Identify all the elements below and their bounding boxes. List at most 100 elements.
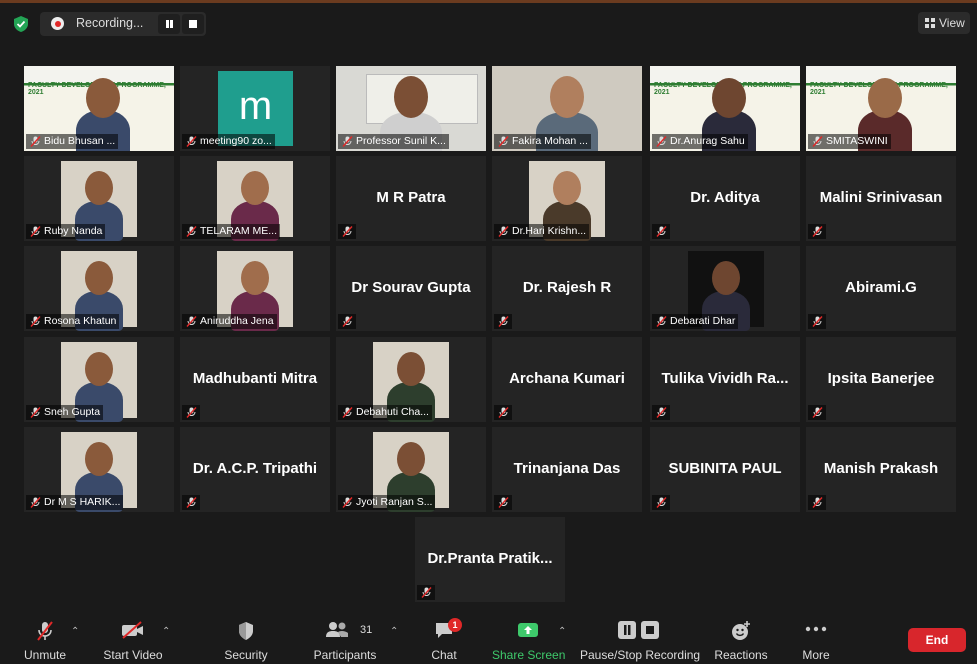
- participants-label: Participants: [313, 648, 377, 662]
- participant-name-display: Ipsita Banerjee: [827, 370, 935, 387]
- grid-view-icon: [925, 18, 935, 28]
- more-label: More: [802, 648, 830, 662]
- more-dots-icon: [805, 626, 827, 632]
- participant-tile[interactable]: Madhubanti Mitra: [180, 337, 330, 422]
- participant-name-display: Tulika Vividh Ra...: [661, 370, 789, 387]
- participants-options-chevron-icon[interactable]: ⌃: [390, 626, 398, 637]
- participant-name-label: Jyoti Ranjan S...: [338, 495, 436, 510]
- participant-name-label: Dr.Hari Krishn...: [494, 224, 590, 239]
- audio-options-chevron-icon[interactable]: ⌃: [71, 626, 79, 637]
- participant-name: Bidu Bhusan ...: [44, 135, 116, 147]
- reactions-label: Reactions: [714, 648, 768, 662]
- pause-stop-recording-label: Pause/Stop Recording: [580, 648, 701, 662]
- participant-name-label: Aniruddha Jena: [182, 314, 277, 329]
- participant-name-display: Malini Srinivasan: [819, 189, 943, 206]
- participant-tile[interactable]: Aniruddha Jena: [180, 246, 330, 331]
- participant-name: Fakira Mohan ...: [512, 135, 588, 147]
- participant-tile[interactable]: Malini Srinivasan: [806, 156, 956, 241]
- microphone-muted-icon: [30, 136, 41, 147]
- participant-tile[interactable]: Archana Kumari: [492, 337, 642, 422]
- participant-name-label: Bidu Bhusan ...: [26, 134, 119, 149]
- unmute-button[interactable]: Unmute: [14, 612, 76, 664]
- participant-name-label: TELARAM ME...: [182, 224, 281, 239]
- microphone-muted-icon: [30, 226, 41, 237]
- participant-name-label: meeting90 zo...: [182, 134, 275, 149]
- participant-tile[interactable]: Ipsita Banerjee: [806, 337, 956, 422]
- participant-tile[interactable]: Dr M S HARIK...: [24, 427, 174, 512]
- participant-tile[interactable]: Ruby Nanda: [24, 156, 174, 241]
- recording-indicator: Recording...: [40, 12, 206, 36]
- microphone-muted-icon: [812, 497, 823, 508]
- participant-name-label: Debahuti Cha...: [338, 405, 432, 420]
- participant-tile[interactable]: Dr. A.C.P. Tripathi: [180, 427, 330, 512]
- participant-tile[interactable]: Dr. Aditya: [650, 156, 800, 241]
- profile-photo-head: [553, 171, 581, 205]
- participants-icon: [326, 622, 348, 637]
- participant-tile[interactable]: Dr.Hari Krishn...: [492, 156, 642, 241]
- participant-name-label: [338, 314, 356, 329]
- participant-tile[interactable]: m meeting90 zo...: [180, 66, 330, 151]
- participant-tile[interactable]: M R Patra: [336, 156, 486, 241]
- stop-recording-button[interactable]: [182, 14, 204, 34]
- participant-tile[interactable]: Abirami.G: [806, 246, 956, 331]
- participant-tile[interactable]: Tulika Vividh Ra...: [650, 337, 800, 422]
- more-button[interactable]: More: [796, 612, 836, 664]
- pause-recording-button[interactable]: [158, 14, 180, 34]
- participant-name-label: [494, 495, 512, 510]
- participant-tile[interactable]: FACULTY DEVELOPMENT PROGRAMME, 2021SMITA…: [806, 66, 956, 151]
- participant-video-head: [394, 76, 428, 118]
- participant-tile[interactable]: Trinanjana Das: [492, 427, 642, 512]
- participant-tile[interactable]: SUBINITA PAUL: [650, 427, 800, 512]
- microphone-muted-icon: [342, 497, 353, 508]
- participant-name-display: Dr.Pranta Pratik...: [427, 550, 553, 567]
- participant-tile[interactable]: Dr Sourav Gupta: [336, 246, 486, 331]
- participant-tile[interactable]: Sneh Gupta: [24, 337, 174, 422]
- participant-name-label: [182, 495, 200, 510]
- participants-button[interactable]: 31 Participants: [310, 612, 380, 664]
- participant-name-label: Rosona Khatun: [26, 314, 120, 329]
- participant-name-label: Dr M S HARIK...: [26, 495, 124, 510]
- video-options-chevron-icon[interactable]: ⌃: [162, 626, 170, 637]
- microphone-muted-icon: [342, 136, 353, 147]
- participant-name-label: [417, 585, 435, 600]
- reactions-button[interactable]: Reactions: [712, 612, 770, 664]
- participant-name: Dr M S HARIK...: [44, 496, 121, 508]
- participant-tile[interactable]: Rosona Khatun: [24, 246, 174, 331]
- microphone-muted-icon: [498, 497, 509, 508]
- start-video-button[interactable]: Start Video: [100, 612, 166, 664]
- participant-tile[interactable]: Debahuti Cha...: [336, 337, 486, 422]
- participant-tile[interactable]: FACULTY DEVELOPMENT PROGRAMME, 2021Dr.An…: [650, 66, 800, 151]
- participant-name: Dr.Hari Krishn...: [512, 225, 587, 237]
- pause-stop-recording-button[interactable]: Pause/Stop Recording: [580, 612, 701, 664]
- participant-name-label: [652, 405, 670, 420]
- participant-tile[interactable]: Fakira Mohan ...: [492, 66, 642, 151]
- microphone-muted-icon: [812, 316, 823, 327]
- participant-tile[interactable]: Jyoti Ranjan S...: [336, 427, 486, 512]
- security-shield-icon[interactable]: [12, 15, 30, 33]
- share-options-chevron-icon[interactable]: ⌃: [558, 626, 566, 637]
- participant-video-head: [712, 78, 746, 118]
- microphone-muted-icon: [342, 316, 353, 327]
- participant-tile[interactable]: Debarati Dhar: [650, 246, 800, 331]
- chat-button[interactable]: 1 Chat: [420, 612, 468, 664]
- participant-name-label: Ruby Nanda: [26, 224, 106, 239]
- view-button[interactable]: View: [918, 12, 970, 34]
- security-button[interactable]: Security: [218, 612, 274, 664]
- top-bar: Recording... View: [0, 0, 977, 44]
- participants-count: 31: [360, 624, 373, 636]
- microphone-muted-icon: [186, 136, 197, 147]
- participant-tile[interactable]: TELARAM ME...: [180, 156, 330, 241]
- participant-name-label: [808, 224, 826, 239]
- participant-tile[interactable]: Professor Sunil K...: [336, 66, 486, 151]
- participant-tile[interactable]: Dr. Rajesh R: [492, 246, 642, 331]
- participant-tile[interactable]: FACULTY DEVELOPMENT PROGRAMME, 2021Bidu …: [24, 66, 174, 151]
- participant-tile[interactable]: Dr.Pranta Pratik...: [415, 517, 565, 602]
- share-screen-button[interactable]: Share Screen: [492, 612, 565, 664]
- profile-photo-head: [397, 442, 425, 476]
- participant-name-label: [494, 314, 512, 329]
- participant-name-display: Madhubanti Mitra: [192, 370, 318, 387]
- participant-tile[interactable]: Manish Prakash: [806, 427, 956, 512]
- end-meeting-button[interactable]: End: [908, 628, 966, 652]
- participant-name-display: Manish Prakash: [823, 460, 939, 477]
- participant-name: Professor Sunil K...: [356, 135, 446, 147]
